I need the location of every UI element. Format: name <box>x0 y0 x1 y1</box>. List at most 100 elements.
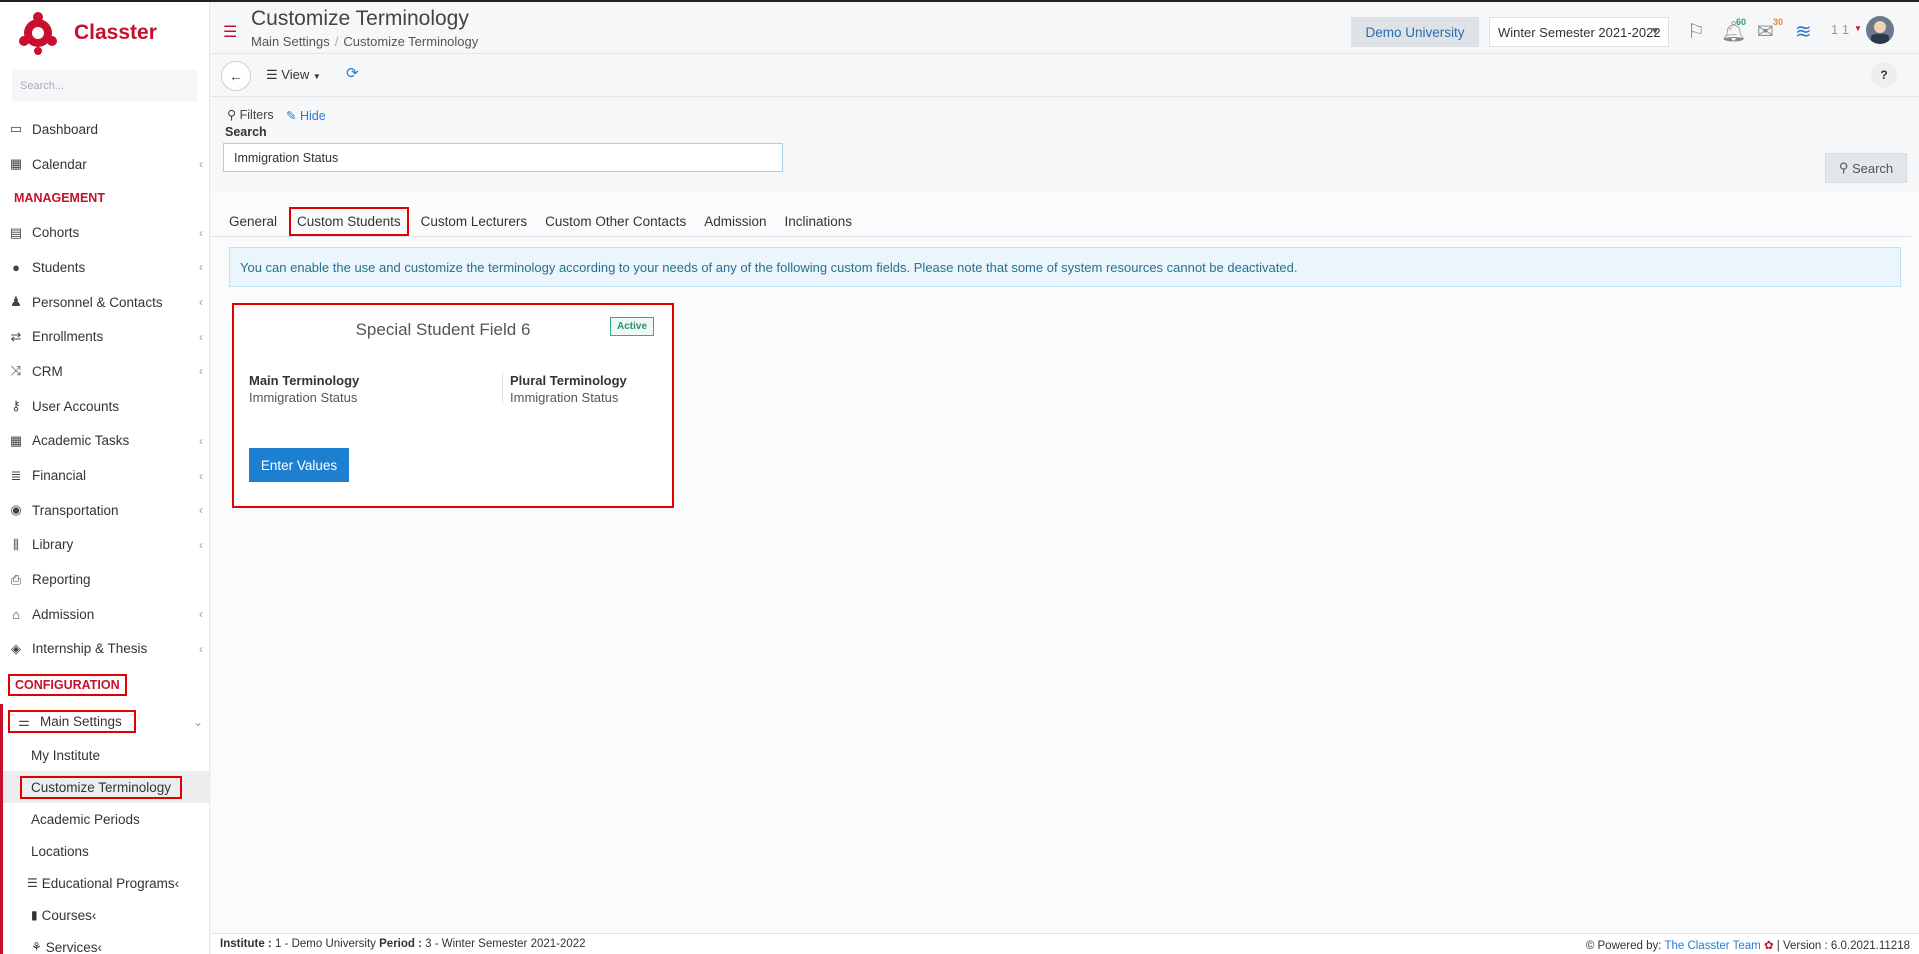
view-dropdown[interactable]: ☰ View ▼ <box>266 67 321 83</box>
chevron-left-icon: ‹ <box>199 607 203 622</box>
sidebar-item-dashboard[interactable]: ▭ Dashboard <box>0 112 209 147</box>
bus-icon: ◉ <box>10 502 22 518</box>
search-icon: ⚲ <box>227 108 237 122</box>
footer: Institute : 1 - Demo University Period :… <box>211 933 1919 954</box>
sidebar-item-label: Library <box>32 537 74 553</box>
breadcrumb-separator: / <box>334 34 339 49</box>
sidebar-item-admission[interactable]: ⌂ Admission ‹ <box>0 597 209 632</box>
sidebar-item-enrollments[interactable]: ⇄ Enrollments ‹ <box>0 319 209 354</box>
sidebar-item-label: Personnel & Contacts <box>32 294 163 310</box>
sidebar-subitem-label: Customize Terminology <box>20 775 183 799</box>
tab-custom-other-contacts[interactable]: Custom Other Contacts <box>539 209 692 234</box>
avatar[interactable] <box>1866 16 1894 44</box>
layers-icon[interactable]: ≋ <box>1795 19 1812 44</box>
sidebar-item-user-accounts[interactable]: ⚷ User Accounts <box>0 389 209 424</box>
sidebar-item-library[interactable]: ⫼ Library ‹ <box>0 528 209 563</box>
sidebar-subitem-courses[interactable]: ▮ Courses ‹ <box>3 899 209 931</box>
sidebar-subitem-educational-programs[interactable]: ☰ Educational Programs ‹ <box>3 867 209 899</box>
chevron-left-icon: ‹ <box>199 537 203 552</box>
sidebar-item-label: Dashboard <box>32 121 99 137</box>
flag-icon[interactable]: ⚐ <box>1687 19 1705 44</box>
services-icon: ⚘ <box>31 940 42 954</box>
sidebar-item-academic-tasks[interactable]: ▦ Academic Tasks ‹ <box>0 424 209 459</box>
university-button[interactable]: Demo University <box>1351 17 1479 47</box>
sidebar-subitem-customize-terminology[interactable]: Customize Terminology <box>3 771 209 803</box>
user-count[interactable]: 1 1 <box>1831 22 1849 37</box>
semester-select[interactable]: Winter Semester 2021-2022 ▼ <box>1489 17 1669 47</box>
toolbar: ← ☰ View ▼ ⟳ ? <box>211 55 1919 97</box>
caret-down-icon[interactable]: ▼ <box>1854 24 1862 33</box>
tab-custom-students[interactable]: Custom Students <box>289 206 409 236</box>
page-title: Customize Terminology <box>251 7 469 30</box>
arrow-left-icon: ← <box>229 68 243 84</box>
hide-label: Hide <box>299 109 326 123</box>
tab-admission[interactable]: Admission <box>698 209 772 234</box>
sidebar-item-crm[interactable]: ⤨ CRM ‹ <box>0 354 209 389</box>
help-button[interactable]: ? <box>1871 62 1897 88</box>
sidebar-item-label: User Accounts <box>32 398 120 414</box>
sidebar-search-input[interactable]: Search... <box>12 70 197 102</box>
filters-toggle[interactable]: ⚲ Filters <box>227 107 274 122</box>
caret-down-icon: ▼ <box>312 72 321 81</box>
sidebar-subitem-services[interactable]: ⚘ Services ‹ <box>3 931 209 954</box>
chevron-left-icon: ‹ <box>174 875 180 891</box>
refresh-icon[interactable]: ⟳ <box>346 64 359 82</box>
sidebar-item-transportation[interactable]: ◉ Transportation ‹ <box>0 493 209 528</box>
chevron-left-icon: ‹ <box>97 939 103 954</box>
search-button[interactable]: ⚲ Search <box>1825 153 1907 183</box>
enter-values-button[interactable]: Enter Values <box>249 448 349 482</box>
breadcrumb: Main Settings / Customize Terminology <box>251 34 478 49</box>
back-button[interactable]: ← <box>221 61 251 91</box>
sidebar-item-label: Internship & Thesis <box>32 641 148 657</box>
breadcrumb-item[interactable]: Main Settings <box>251 34 330 49</box>
tab-custom-lecturers[interactable]: Custom Lecturers <box>415 209 534 234</box>
grid-icon: ▦ <box>9 432 23 448</box>
semester-select-value: Winter Semester 2021-2022 <box>1498 24 1661 40</box>
tab-bar: General Custom Students Custom Lecturers… <box>223 205 864 237</box>
sidebar-item-internship[interactable]: ◈ Internship & Thesis ‹ <box>0 632 209 667</box>
period-value: 3 - Winter Semester 2021-2022 <box>425 938 586 950</box>
institute-label: Institute : <box>220 938 272 950</box>
filters-panel: ⚲ Filters ✎ Hide Search ⚲ Search <box>211 98 1919 193</box>
filters-label: Filters <box>239 108 274 122</box>
tab-general[interactable]: General <box>223 209 283 234</box>
info-alert: You can enable the use and customize the… <box>229 247 1901 287</box>
section-configuration: CONFIGURATION <box>8 674 127 697</box>
classter-team-link[interactable]: The Classter Team <box>1664 940 1760 952</box>
sidebar-item-students[interactable]: ● Students ‹ <box>0 250 209 285</box>
exchange-icon: ⇄ <box>10 328 22 344</box>
sidebar-item-label: Transportation <box>32 502 119 518</box>
sidebar-item-label: Main Settings <box>40 714 122 730</box>
hide-filters-link[interactable]: ✎ Hide <box>286 108 326 123</box>
sidebar-item-main-settings[interactable]: ⚌ Main Settings ⌄ <box>3 704 209 739</box>
chevron-left-icon: ‹ <box>91 907 97 923</box>
main-content: General Custom Students Custom Lecturers… <box>211 193 1919 933</box>
brand[interactable]: Classter <box>0 2 209 64</box>
coins-icon: ≣ <box>10 467 22 483</box>
sidebar-subitem-locations[interactable]: Locations <box>3 835 209 867</box>
sidebar-item-financial[interactable]: ≣ Financial ‹ <box>0 458 209 493</box>
sidebar-item-personnel[interactable]: ♟ Personnel & Contacts ‹ <box>0 285 209 320</box>
search-icon: ⚲ <box>1838 160 1849 175</box>
sidebar-subitem-academic-periods[interactable]: Academic Periods <box>3 803 209 835</box>
sidebar-item-cohorts[interactable]: ▤ Cohorts ‹ <box>0 215 209 250</box>
menu-toggle-icon[interactable]: ☰ <box>223 22 237 42</box>
sidebar-subitem-my-institute[interactable]: My Institute <box>3 739 209 771</box>
students-icon: ● <box>12 259 20 275</box>
sidebar-item-reporting[interactable]: ⎙ Reporting <box>0 562 209 597</box>
plural-terminology: Plural Terminology Immigration Status <box>510 373 627 405</box>
book-icon: ▮ <box>31 908 38 922</box>
sidebar-subitem-label: Services <box>45 939 98 954</box>
sidebar-item-label: CRM <box>32 363 63 379</box>
search-button-label: Search <box>1851 160 1894 176</box>
search-input[interactable] <box>223 143 783 172</box>
sidebar-item-label: Academic Tasks <box>32 433 130 449</box>
laptop-icon: ▭ <box>9 121 23 137</box>
sidebar-item-label: Admission <box>32 606 95 622</box>
sidebar-item-calendar[interactable]: ▦ Calendar ‹ <box>0 147 209 182</box>
section-management: MANAGEMENT <box>14 191 105 206</box>
tab-inclinations[interactable]: Inclinations <box>778 209 858 234</box>
main-terminology-value: Immigration Status <box>249 390 358 405</box>
chevron-left-icon: ‹ <box>199 157 203 172</box>
chevron-left-icon: ‹ <box>199 295 203 310</box>
